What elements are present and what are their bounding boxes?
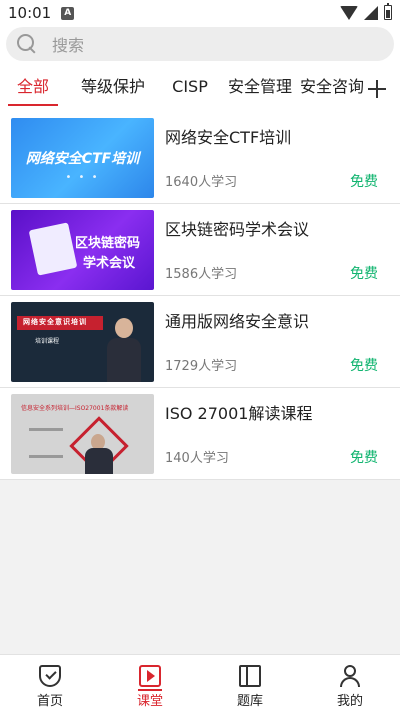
battery-icon xyxy=(384,3,392,20)
tab-all[interactable]: 全部 xyxy=(4,72,62,112)
course-title: 通用版网络安全意识 xyxy=(165,312,310,331)
signal-icon xyxy=(364,5,378,20)
course-learners: 140人学习 xyxy=(165,451,229,466)
nav-classroom[interactable]: 课堂 xyxy=(100,655,200,711)
play-icon xyxy=(138,665,162,691)
user-icon xyxy=(339,665,361,687)
search-icon xyxy=(16,33,38,55)
course-thumbnail: 信息安全系列培训—ISO27001条款解读 xyxy=(11,394,154,474)
course-price: 免费 xyxy=(350,174,378,190)
thumbnail-title: 网络安全意识培训 xyxy=(23,318,87,326)
nav-profile[interactable]: 我的 xyxy=(300,655,400,711)
tab-level-protection[interactable]: 等级保护 xyxy=(68,72,158,112)
shield-icon xyxy=(39,665,61,687)
nav-home[interactable]: 首页 xyxy=(0,655,100,711)
course-thumbnail: 网络安全意识培训 培训课程 xyxy=(11,302,154,382)
course-price: 免费 xyxy=(350,266,378,282)
thumbnail-title: 信息安全系列培训—ISO27001条款解读 xyxy=(21,405,129,412)
search-input[interactable]: 搜索 xyxy=(6,27,394,61)
search-placeholder: 搜索 xyxy=(52,36,85,55)
course-learners: 1586人学习 xyxy=(165,267,238,282)
category-tabs: 全部 等级保护 CISP 安全管理 安全咨询 xyxy=(0,72,400,112)
nav-label: 课堂 xyxy=(136,694,163,709)
thumbnail-title-line1: 区块链密码 xyxy=(75,236,141,251)
thumbnail-dots: • • • xyxy=(65,172,100,183)
certificate-icon xyxy=(28,222,78,276)
tab-security-consulting[interactable]: 安全咨询 xyxy=(298,72,366,112)
course-title: ISO 27001解读课程 xyxy=(165,404,313,423)
bottom-nav: 首页 课堂 题库 我的 xyxy=(0,654,400,711)
course-thumbnail: 网络安全CTF培训 • • • xyxy=(11,118,154,198)
course-title: 区块链密码学术会议 xyxy=(165,220,310,239)
thumbnail-title-line2: 学术会议 xyxy=(83,256,136,271)
course-price: 免费 xyxy=(350,450,378,466)
course-thumbnail: 区块链密码 学术会议 xyxy=(11,210,154,290)
tab-cisp[interactable]: CISP xyxy=(158,72,222,112)
status-bar: 10:01 A xyxy=(0,0,400,26)
book-icon xyxy=(239,665,261,687)
course-title: 网络安全CTF培训 xyxy=(165,128,292,147)
status-icons xyxy=(340,3,392,20)
nav-label: 题库 xyxy=(236,694,263,709)
status-time: 10:01 xyxy=(8,4,52,22)
course-item[interactable]: 网络安全CTF培训 • • • 网络安全CTF培训 1640人学习 免费 xyxy=(0,112,400,204)
course-item[interactable]: 信息安全系列培训—ISO27001条款解读 ISO 27001解读课程 140人… xyxy=(0,388,400,480)
presenter-body xyxy=(85,448,113,474)
nav-question-bank[interactable]: 题库 xyxy=(200,655,300,711)
course-price: 免费 xyxy=(350,358,378,374)
course-learners: 1729人学习 xyxy=(165,359,238,374)
thumbnail-decoration xyxy=(29,428,63,458)
tab-security-management[interactable]: 安全管理 xyxy=(222,72,298,112)
nav-label: 我的 xyxy=(336,694,363,709)
course-learners: 1640人学习 xyxy=(165,175,238,190)
course-item[interactable]: 区块链密码 学术会议 区块链密码学术会议 1586人学习 免费 xyxy=(0,204,400,296)
add-tab-icon[interactable] xyxy=(368,80,386,98)
notification-icon: A xyxy=(61,6,75,20)
course-item[interactable]: 网络安全意识培训 培训课程 通用版网络安全意识 1729人学习 免费 xyxy=(0,296,400,388)
nav-label: 首页 xyxy=(36,694,63,709)
thumbnail-title: 网络安全CTF培训 xyxy=(25,151,140,167)
wifi-icon xyxy=(340,5,358,20)
header: 搜索 全部 等级保护 CISP 安全管理 安全咨询 xyxy=(0,26,400,112)
thumbnail-subtitle: 培训课程 xyxy=(35,338,60,345)
presenter-image xyxy=(105,312,143,382)
course-list: 网络安全CTF培训 • • • 网络安全CTF培训 1640人学习 免费 区块链… xyxy=(0,112,400,480)
